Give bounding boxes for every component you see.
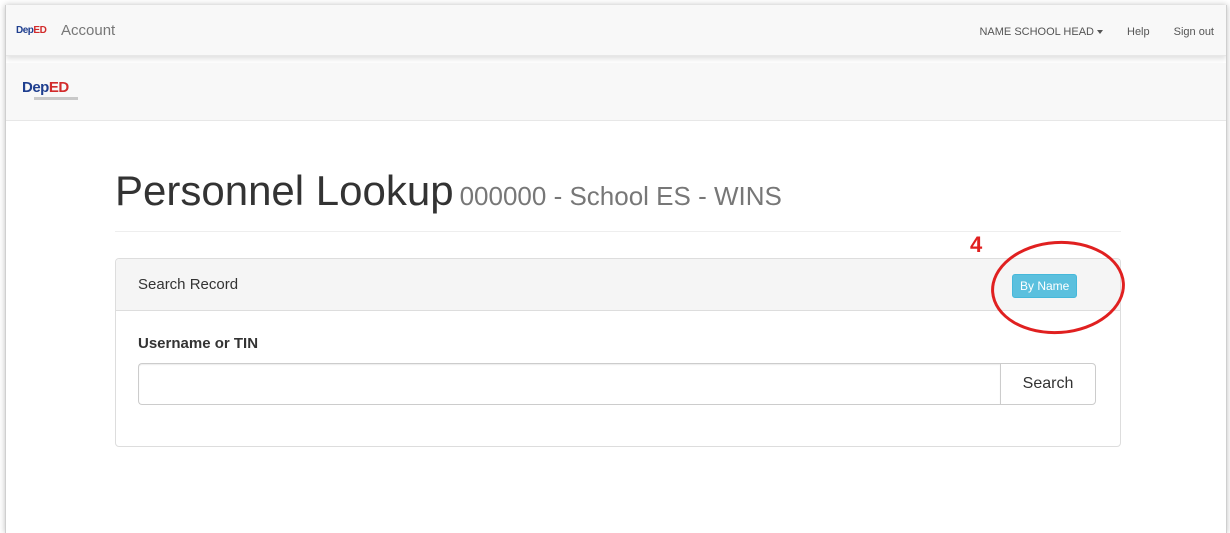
search-record-panel: Search Record By Name Username or TIN Se… xyxy=(115,258,1121,447)
help-link[interactable]: Help xyxy=(1127,26,1150,38)
page-title: Personnel Lookup 000000 - School ES - WIN… xyxy=(115,170,782,212)
search-button[interactable]: Search xyxy=(1000,363,1096,405)
navbar-brand[interactable]: Account xyxy=(61,22,115,39)
sub-header-bar xyxy=(6,63,1226,121)
user-menu-label: NAME SCHOOL HEAD xyxy=(979,26,1094,38)
username-tin-input[interactable] xyxy=(138,363,1000,405)
page-title-text: Personnel Lookup xyxy=(115,167,454,214)
user-menu-dropdown[interactable]: NAME SCHOOL HEAD xyxy=(979,26,1103,38)
page-subtitle: 000000 - School ES - WINS xyxy=(459,181,782,211)
search-input-group: Search xyxy=(138,363,1096,405)
logo-tagline-mark xyxy=(34,97,78,100)
panel-heading: Search Record By Name xyxy=(116,259,1120,311)
navbar-right: NAME SCHOOL HEAD Help Sign out xyxy=(979,26,1214,38)
username-tin-label: Username or TIN xyxy=(138,335,259,352)
annotation-step-number: 4 xyxy=(970,232,983,257)
caret-down-icon xyxy=(1097,30,1103,35)
sign-out-link[interactable]: Sign out xyxy=(1174,26,1214,38)
deped-header-logo: DepED xyxy=(22,79,69,96)
panel-title: Search Record xyxy=(138,276,239,293)
top-navbar: DepED Account NAME SCHOOL HEAD Help Sign… xyxy=(6,5,1226,56)
deped-logo[interactable]: DepED xyxy=(16,25,47,36)
